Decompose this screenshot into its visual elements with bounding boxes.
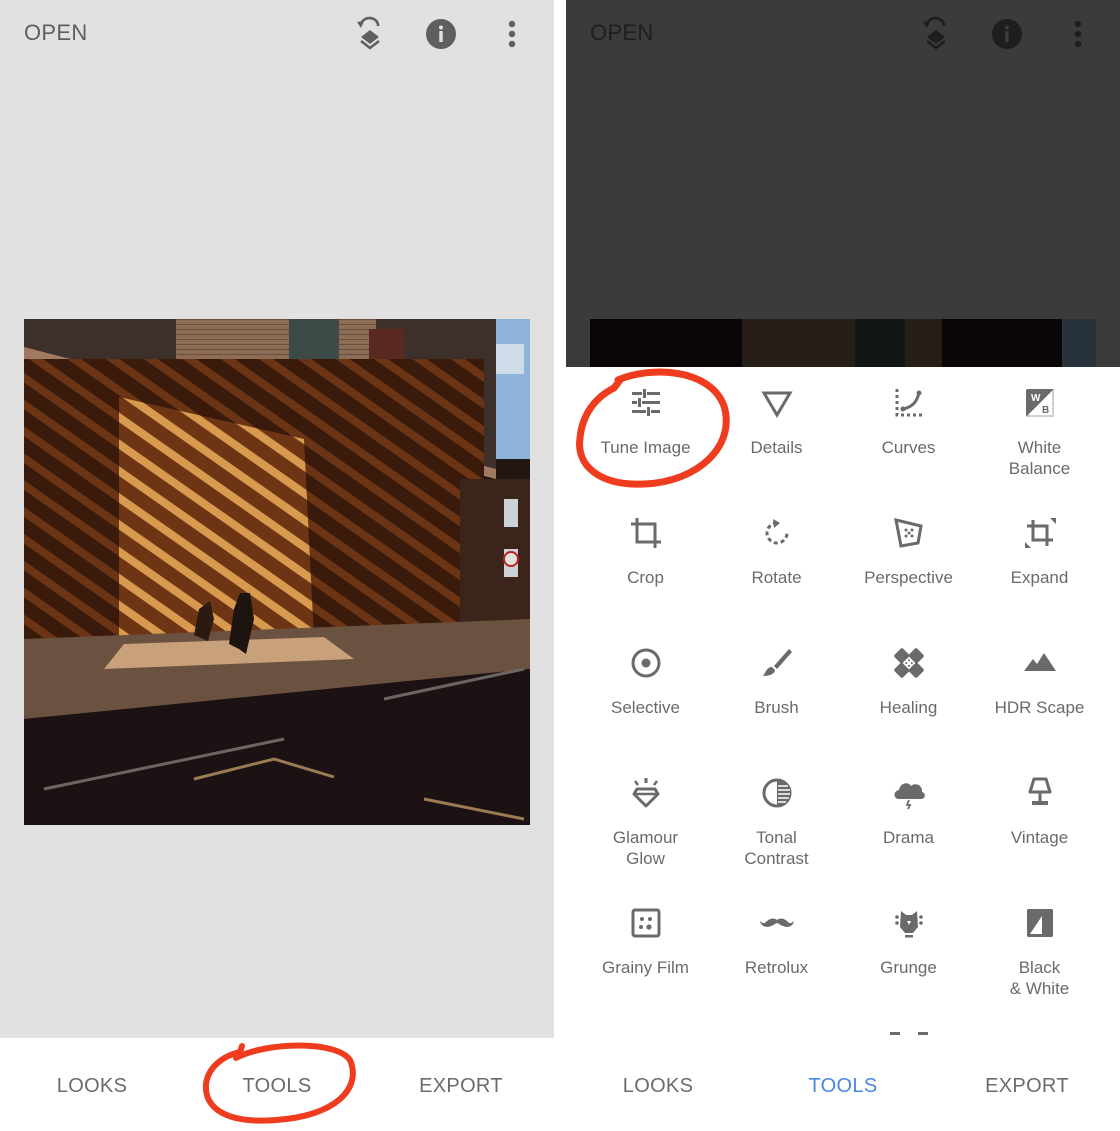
tool-label: Black & White	[1009, 958, 1070, 998]
tool-rotate[interactable]: Rotate	[711, 497, 842, 617]
info-icon[interactable]	[425, 16, 457, 52]
top-bar: OPEN	[566, 0, 1120, 68]
bottom-nav: LOOKS TOOLS EXPORT	[566, 1038, 1120, 1131]
perspective-icon	[893, 517, 923, 548]
tab-looks[interactable]: LOOKS	[57, 1075, 127, 1098]
undo-stack-icon[interactable]	[920, 16, 952, 52]
top-bar: OPEN	[0, 0, 554, 68]
tonal-contrast-icon	[762, 778, 791, 808]
more-vert-icon[interactable]	[1062, 16, 1094, 52]
tool-crop[interactable]: Crop	[580, 497, 711, 617]
tool-label: Healing	[879, 698, 938, 717]
partial-icon-hint	[918, 1032, 928, 1035]
tool-label: Expand	[1010, 568, 1069, 587]
tool-label: Grainy Film	[602, 958, 689, 977]
tool-tonal-contrast[interactable]: Tonal Contrast	[711, 757, 842, 877]
left-screen: OPEN LOOKS TOOLS EXPORT	[0, 0, 554, 1131]
bottom-nav: LOOKS TOOLS EXPORT	[0, 1038, 554, 1131]
tool-label: HDR Scape	[994, 698, 1085, 717]
tool-vintage[interactable]: Vintage	[974, 757, 1105, 877]
tool-label: Vintage	[1010, 828, 1069, 847]
open-button[interactable]: OPEN	[24, 20, 88, 46]
selective-icon	[631, 648, 660, 678]
tool-grunge[interactable]: Grunge	[843, 887, 974, 1007]
edited-photo-dimmed	[590, 319, 1096, 367]
tool-glamour-glow[interactable]: Glamour Glow	[580, 757, 711, 877]
diamond-icon	[632, 778, 659, 808]
tool-label: Curves	[881, 438, 936, 457]
white-balance-icon: W B	[1025, 389, 1054, 417]
sliders-icon	[631, 389, 660, 416]
open-button[interactable]: OPEN	[590, 20, 654, 46]
tool-black-white[interactable]: Black & White	[974, 887, 1105, 1007]
tool-label: Rotate	[751, 568, 802, 587]
grain-icon	[631, 908, 660, 938]
tool-label: Drama	[882, 828, 934, 847]
rotate-icon	[765, 519, 788, 545]
tool-label: Crop	[627, 568, 664, 587]
mountains-icon	[1023, 653, 1056, 671]
curves-icon	[895, 389, 923, 417]
tool-label: Retrolux	[744, 958, 809, 977]
tab-tools[interactable]: TOOLS	[243, 1075, 312, 1098]
lamp-icon	[1028, 777, 1051, 805]
svg-text:W: W	[1031, 393, 1041, 404]
expand-icon	[1024, 518, 1056, 548]
partial-icon-hint	[890, 1032, 900, 1035]
healing-icon	[893, 648, 924, 678]
tool-drama[interactable]: Drama	[843, 757, 974, 877]
tool-curves[interactable]: Curves	[843, 367, 974, 487]
tool-label: Brush	[754, 698, 799, 717]
crop-icon	[630, 518, 661, 548]
tool-label: Tune Image	[600, 438, 691, 457]
tool-selective[interactable]: Selective	[580, 627, 711, 747]
tool-expand[interactable]: Expand	[974, 497, 1105, 617]
tool-label: Tonal Contrast	[744, 828, 809, 868]
right-screen: OPEN Tune Image Details Curves W B White…	[566, 0, 1120, 1131]
tool-healing[interactable]: Healing	[843, 627, 974, 747]
black-white-icon	[1026, 909, 1053, 937]
tool-white-balance[interactable]: W B White Balance	[974, 367, 1105, 487]
tab-export[interactable]: EXPORT	[419, 1075, 503, 1098]
tab-tools[interactable]: TOOLS	[809, 1075, 878, 1098]
brush-icon	[762, 649, 792, 676]
info-icon[interactable]	[991, 16, 1023, 52]
tool-retrolux[interactable]: Retrolux	[711, 887, 842, 1007]
storm-cloud-icon	[894, 783, 925, 810]
edited-photo	[24, 319, 530, 825]
tool-label: White Balance	[1008, 438, 1071, 478]
tool-perspective[interactable]: Perspective	[843, 497, 974, 617]
more-vert-icon[interactable]	[496, 16, 528, 52]
tools-grid: Tune Image Details Curves W B White Bala…	[566, 367, 1120, 1038]
tool-brush[interactable]: Brush	[711, 627, 842, 747]
tool-label: Details	[750, 438, 803, 457]
tool-label: Grunge	[880, 958, 937, 977]
tool-tune-image[interactable]: Tune Image	[580, 367, 711, 487]
tool-hdr-scape[interactable]: HDR Scape	[974, 627, 1105, 747]
triangle-down-icon	[760, 391, 793, 418]
tab-export[interactable]: EXPORT	[985, 1075, 1069, 1098]
tool-label: Selective	[611, 698, 680, 717]
guitar-head-icon	[894, 911, 923, 938]
svg-text:B: B	[1042, 405, 1049, 416]
tool-grainy-film[interactable]: Grainy Film	[580, 887, 711, 1007]
mustache-icon	[759, 918, 794, 927]
undo-stack-icon[interactable]	[354, 16, 386, 52]
tool-label: Perspective	[864, 568, 953, 587]
tool-details[interactable]: Details	[711, 367, 842, 487]
tool-label: Glamour Glow	[612, 828, 679, 868]
tab-looks[interactable]: LOOKS	[623, 1075, 693, 1098]
